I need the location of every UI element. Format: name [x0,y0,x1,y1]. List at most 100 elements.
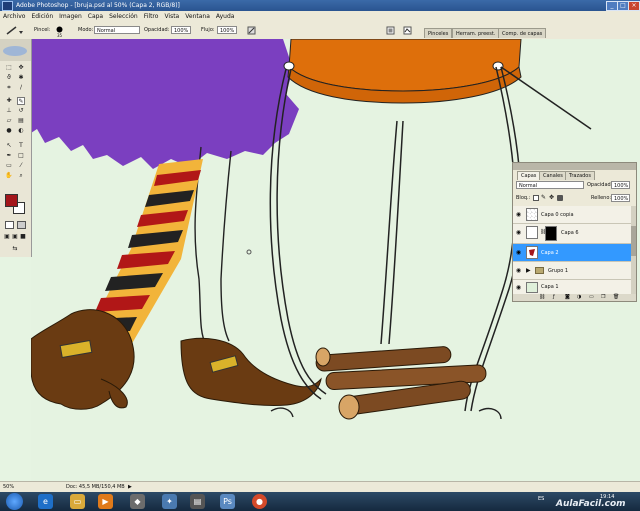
foreground-color-swatch[interactable] [5,194,18,207]
chrome-icon[interactable]: ● [252,494,267,509]
close-button[interactable]: × [628,1,640,11]
menu-item-filtro[interactable]: Filtro [141,11,162,22]
healing-brush-tool-icon[interactable]: ✚ [5,97,13,105]
media-player-icon[interactable]: ▶ [98,494,113,509]
tab-herram-preest[interactable]: Herram. preest. [452,28,500,38]
airbrush-icon[interactable] [247,26,256,35]
lock-pixels-icon[interactable]: ✎ [541,195,547,201]
photoshop-taskbar-icon[interactable]: Ps [220,494,235,509]
crop-tool-icon[interactable]: ⌗ [5,84,13,92]
layer-row-capa-2[interactable]: ◉ Capa 2 [513,244,631,262]
screen-mode-full-icon[interactable]: ■ [19,233,27,241]
brush-tool-preset-icon[interactable] [4,25,24,36]
screen-mode-standard-icon[interactable]: ▣ [3,233,11,241]
tab-comp-capas[interactable]: Comp. de capas [498,28,547,38]
standard-mode-icon[interactable] [5,221,14,229]
expand-group-icon[interactable]: ▶ [526,267,531,275]
history-brush-tool-icon[interactable]: ↺ [17,107,25,115]
dodge-tool-icon[interactable]: ◐ [17,127,25,135]
path-selection-tool-icon[interactable]: ↖ [5,142,13,150]
adjustment-layer-icon[interactable]: ◑ [577,294,581,301]
flow-label: Flujo: [201,27,215,33]
layers-panel-footer: ⛓ ƒ ◙ ◑ ▭ ❐ 🗑 [513,294,636,301]
screen-mode-full-menu-icon[interactable]: ▣ [11,233,19,241]
add-mask-icon[interactable]: ◙ [565,294,570,301]
jump-to-imageready-icon[interactable]: ⇆ [6,245,24,253]
windows-taskbar: e ▭ ▶ ◆ ✦ ▤ Ps ● ES 19:14 AulaFacil.com [0,492,640,511]
tab-capas[interactable]: Capas [517,171,541,180]
brush-tool-icon[interactable]: ✎ [17,97,25,105]
layer-name: Grupo 1 [548,268,569,274]
layer-row-grupo-1[interactable]: ◉ ▶ Grupo 1 [513,262,631,280]
eye-icon[interactable]: ◉ [515,284,522,291]
eraser-tool-icon[interactable]: ▱ [5,117,13,125]
type-tool-icon[interactable]: T [17,142,25,150]
layer-row-capa-6[interactable]: ◉ ⛓ Capa 6 [513,224,631,244]
window-title: Adobe Photoshop - [bruja.psd al 50% (Cap… [16,2,180,9]
eyedropper-tool-icon[interactable]: ⁄ [17,162,25,170]
scanner-icon[interactable]: ▤ [190,494,205,509]
opacity-input[interactable]: 100% [171,26,191,34]
eye-icon[interactable]: ◉ [515,229,522,236]
internet-explorer-icon[interactable]: e [38,494,53,509]
flow-input[interactable]: 100% [217,26,237,34]
app-icon[interactable]: ◆ [130,494,145,509]
delete-layer-icon[interactable]: 🗑 [613,294,619,301]
pen-tool-icon[interactable]: ✒ [5,152,13,160]
fill-value: 100% [614,196,629,202]
clone-stamp-tool-icon[interactable]: ⊥ [5,107,13,115]
menu-item-imagen[interactable]: Imagen [56,11,85,22]
toolbox-header [0,39,31,61]
layer-style-icon[interactable]: ƒ [553,294,555,301]
lock-transparency-icon[interactable] [533,195,539,201]
file-explorer-icon[interactable]: ▭ [70,494,85,509]
menu-item-seleccion[interactable]: Selección [106,11,141,22]
palette-well-icon[interactable] [403,26,412,35]
lock-all-icon[interactable] [557,195,563,201]
zoom-tool-icon[interactable]: ⌕ [17,172,25,180]
menu-item-archivo[interactable]: Archivo [0,11,28,22]
shape-tool-icon[interactable]: □ [17,152,25,160]
lasso-tool-icon[interactable]: ϑ [5,74,13,82]
eye-icon[interactable]: ◉ [515,267,522,274]
layer-mask-thumbnail[interactable] [545,226,557,241]
lock-position-icon[interactable]: ✥ [549,195,555,201]
menu-item-ventana[interactable]: Ventana [182,11,213,22]
new-group-icon[interactable]: ▭ [589,294,594,301]
file-browser-icon[interactable] [386,26,395,35]
eye-icon[interactable]: ◉ [515,211,522,218]
link-layers-icon[interactable]: ⛓ [539,294,545,301]
eye-icon[interactable]: ◉ [515,249,522,256]
menu-item-edicion[interactable]: Edición [28,11,56,22]
tab-canales[interactable]: Canales [539,171,567,180]
stool-seat [283,39,522,104]
tab-pinceles[interactable]: Pinceles [424,28,453,38]
blur-tool-icon[interactable]: ● [5,127,13,135]
marquee-tool-icon[interactable]: ⬚ [5,64,13,72]
messenger-icon[interactable]: ✦ [162,494,177,509]
layer-opacity-input[interactable]: 100% [611,181,630,189]
fill-input[interactable]: 100% [611,194,630,202]
notes-tool-icon[interactable]: ▭ [5,162,13,170]
language-indicator[interactable]: ES [538,495,544,503]
move-tool-icon[interactable]: ✥ [17,64,25,72]
gradient-tool-icon[interactable]: ▤ [17,117,25,125]
layer-opacity-value: 100% [614,183,629,189]
layers-scrollbar-thumb[interactable] [631,226,636,256]
layer-row-capa-1[interactable]: ◉ Capa 1 [513,280,631,295]
blend-mode-select[interactable]: Normal [516,181,584,189]
menu-item-vista[interactable]: Vista [161,11,182,22]
menu-item-ayuda[interactable]: Ayuda [213,11,238,22]
status-menu-arrow-icon[interactable]: ▶ [128,484,134,490]
tab-trazados[interactable]: Trazados [565,171,595,180]
quick-mask-mode-icon[interactable] [17,221,26,229]
layers-scrollbar[interactable] [631,206,636,294]
hand-tool-icon[interactable]: ✋ [5,172,13,180]
mode-select[interactable]: Normal [94,26,140,34]
magic-wand-tool-icon[interactable]: ✱ [17,74,25,82]
start-button-icon[interactable] [6,493,23,510]
menu-item-capa[interactable]: Capa [85,11,106,22]
layer-row-capa-0-copia[interactable]: ◉ Capa 0 copia [513,206,631,224]
new-layer-icon[interactable]: ❐ [601,294,605,301]
slice-tool-icon[interactable]: ∕ [17,84,25,92]
